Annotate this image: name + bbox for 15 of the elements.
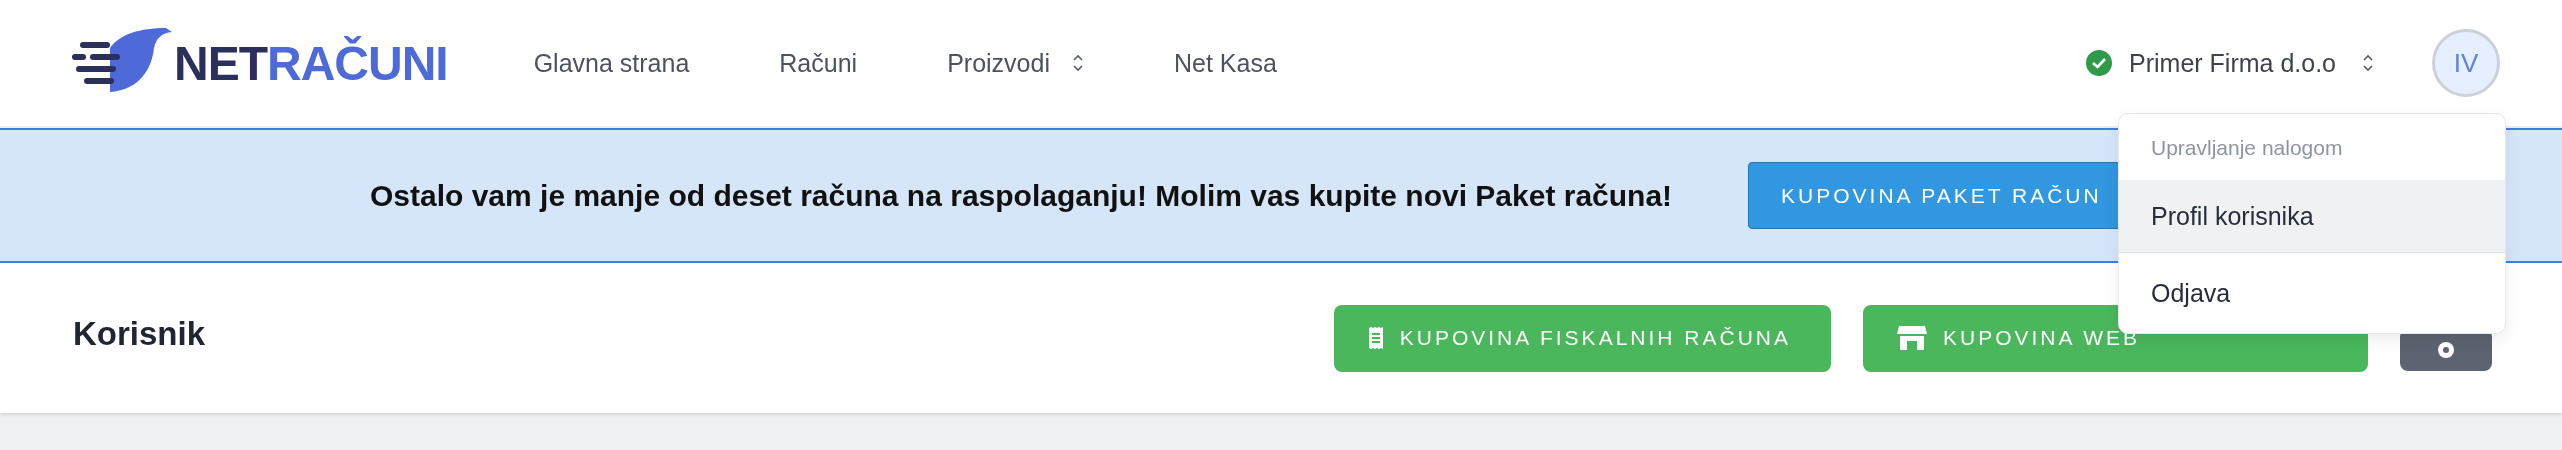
nav-link[interactable]: Glavna strana	[533, 48, 690, 78]
nav-link[interactable]: Računi	[779, 48, 858, 78]
receipt-icon	[1367, 327, 1384, 349]
menu-item[interactable]: Profil korisnika	[2119, 180, 2505, 253]
logo-text: NETRAČUNI	[174, 35, 448, 91]
banner-message: Ostalo vam je manje od deset računa na raspolaganju! Molim vas kupite novi Paket računa!	[370, 178, 1673, 213]
page-title: Korisnik	[73, 315, 206, 353]
nav-link[interactable]: Net Kasa	[1173, 48, 1277, 78]
company-selector[interactable]: Primer Firma d.o.o	[2085, 48, 2374, 78]
chevron-up-down-icon	[2362, 53, 2374, 73]
nav-link[interactable]: Proizvodi	[947, 48, 1084, 78]
storefront-icon	[1897, 326, 1927, 350]
menu-heading: Upravljanje nalogom	[2150, 135, 2344, 161]
chevron-up-down-icon	[1071, 53, 1084, 73]
logo[interactable]: NETRAČUNI	[70, 28, 448, 98]
